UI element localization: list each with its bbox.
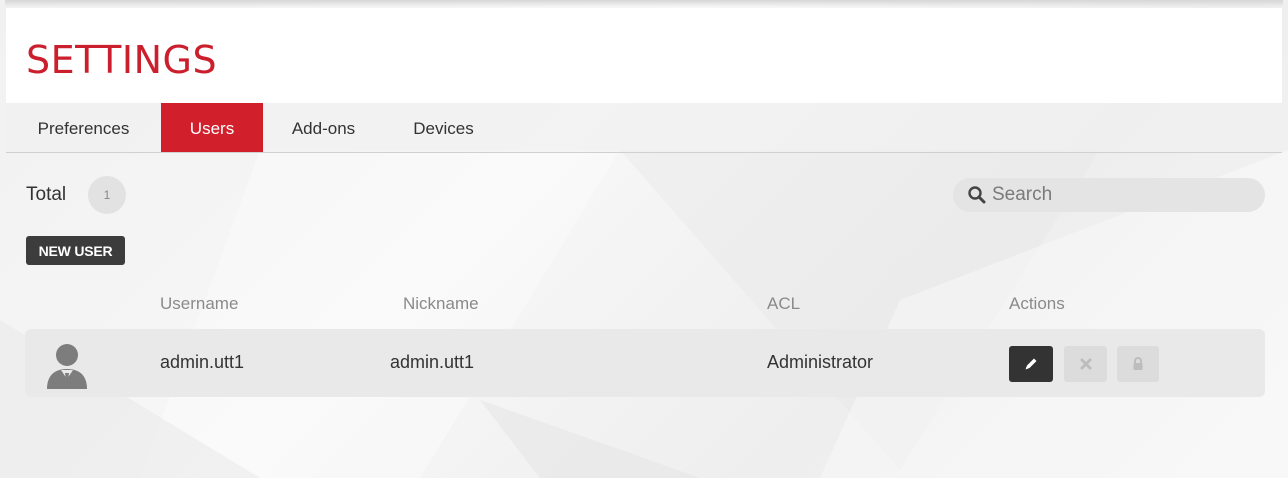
close-icon	[1080, 358, 1091, 370]
page-title: SETTINGS	[26, 38, 218, 82]
search-input[interactable]	[992, 184, 1252, 206]
total-label: Total	[26, 184, 67, 205]
new-user-button[interactable]: NEW USER	[26, 236, 125, 265]
column-header-actions: Actions	[1009, 294, 1065, 313]
cell-acl: Administrator	[767, 352, 874, 372]
total-count-badge: 1	[88, 176, 126, 214]
search-icon	[968, 186, 986, 204]
lock-user-button[interactable]	[1117, 346, 1159, 382]
user-avatar-icon	[47, 344, 87, 389]
search-box[interactable]	[953, 178, 1265, 212]
header: SETTINGS	[6, 8, 1282, 103]
column-header-nickname: Nickname	[403, 294, 479, 313]
column-header-username: Username	[160, 294, 239, 313]
table-row: admin.utt1 admin.utt1 Administrator	[25, 329, 1265, 397]
tab-preferences[interactable]: Preferences	[6, 103, 161, 152]
lock-icon	[1133, 357, 1143, 370]
column-header-acl: ACL	[767, 294, 801, 313]
tab-users[interactable]: Users	[161, 103, 263, 152]
settings-page: SETTINGS Preferences Users Add-ons Devic…	[0, 0, 1288, 478]
edit-user-button[interactable]	[1009, 346, 1053, 382]
delete-user-button[interactable]	[1064, 346, 1107, 382]
tab-add-ons[interactable]: Add-ons	[276, 103, 371, 152]
tab-bar: Preferences Users Add-ons Devices	[6, 103, 1282, 153]
pencil-icon	[1025, 358, 1037, 370]
tab-devices[interactable]: Devices	[396, 103, 491, 152]
cell-nickname: admin.utt1	[390, 352, 475, 372]
cell-username: admin.utt1	[160, 352, 245, 372]
